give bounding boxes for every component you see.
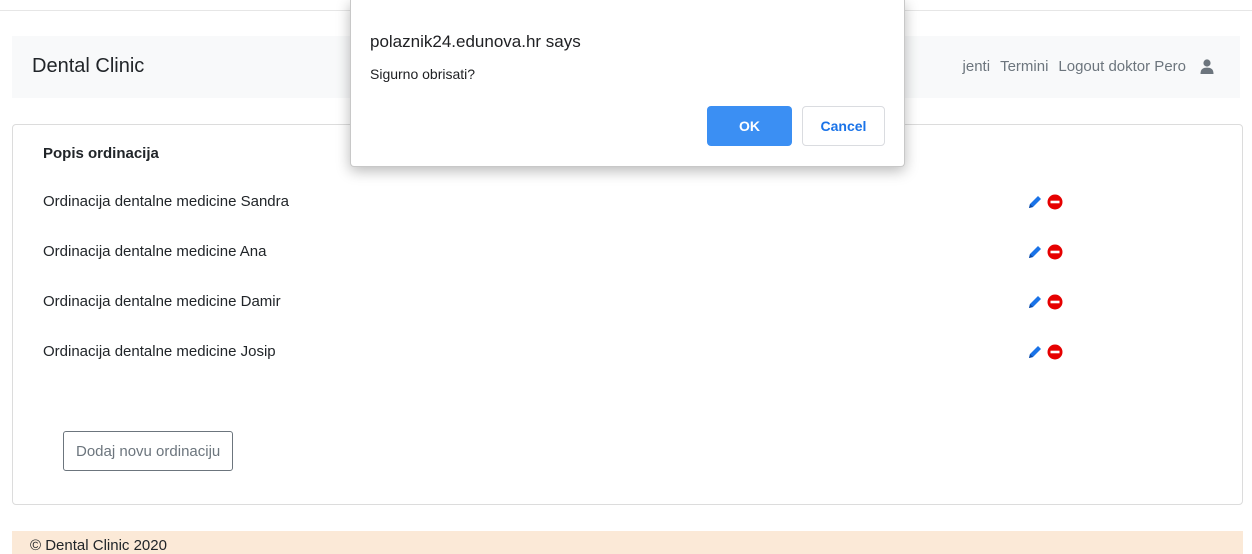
list-item: Ordinacija dentalne medicine Ana [43,241,1223,265]
row-actions [1026,343,1064,361]
pencil-icon[interactable] [1026,243,1044,261]
nav-link-termini[interactable]: Termini [1000,58,1048,75]
brand-link[interactable]: Dental Clinic [32,55,144,78]
pencil-icon[interactable] [1026,343,1044,361]
confirm-dialog: polaznik24.edunova.hr says Sigurno obris… [350,0,905,167]
list-item: Ordinacija dentalne medicine Josip [43,341,1223,365]
ok-button[interactable]: OK [707,106,792,146]
minus-circle-icon[interactable] [1046,193,1064,211]
ordinacije-card: Popis ordinacija Ordinacija dentalne med… [12,124,1243,505]
cancel-button[interactable]: Cancel [802,106,885,146]
footer: © Dental Clinic 2020 [12,531,1243,554]
pencil-icon[interactable] [1026,293,1044,311]
ordinacija-name: Ordinacija dentalne medicine Josip [43,343,276,360]
nav-link-logout[interactable]: Logout doktor Pero [1058,58,1186,75]
nav-link-pacijenti[interactable]: jenti [963,58,991,75]
user-icon[interactable] [1200,59,1214,74]
minus-circle-icon[interactable] [1046,343,1064,361]
row-actions [1026,243,1064,261]
nav-links: jenti Termini Logout doktor Pero [963,58,1214,75]
minus-circle-icon[interactable] [1046,243,1064,261]
row-actions [1026,193,1064,211]
dialog-title: polaznik24.edunova.hr says [370,32,581,51]
footer-text: © Dental Clinic 2020 [30,537,167,554]
ordinacija-name: Ordinacija dentalne medicine Sandra [43,193,289,210]
list-item: Ordinacija dentalne medicine Sandra [43,191,1223,215]
minus-circle-icon[interactable] [1046,293,1064,311]
add-ordinacija-button[interactable]: Dodaj novu ordinaciju [63,431,234,471]
dialog-message: Sigurno obrisati? [370,66,476,82]
card-title: Popis ordinacija [43,145,159,162]
ordinacija-name: Ordinacija dentalne medicine Damir [43,293,281,310]
list-item: Ordinacija dentalne medicine Damir [43,291,1223,315]
pencil-icon[interactable] [1026,193,1044,211]
row-actions [1026,293,1064,311]
ordinacija-name: Ordinacija dentalne medicine Ana [43,243,267,260]
